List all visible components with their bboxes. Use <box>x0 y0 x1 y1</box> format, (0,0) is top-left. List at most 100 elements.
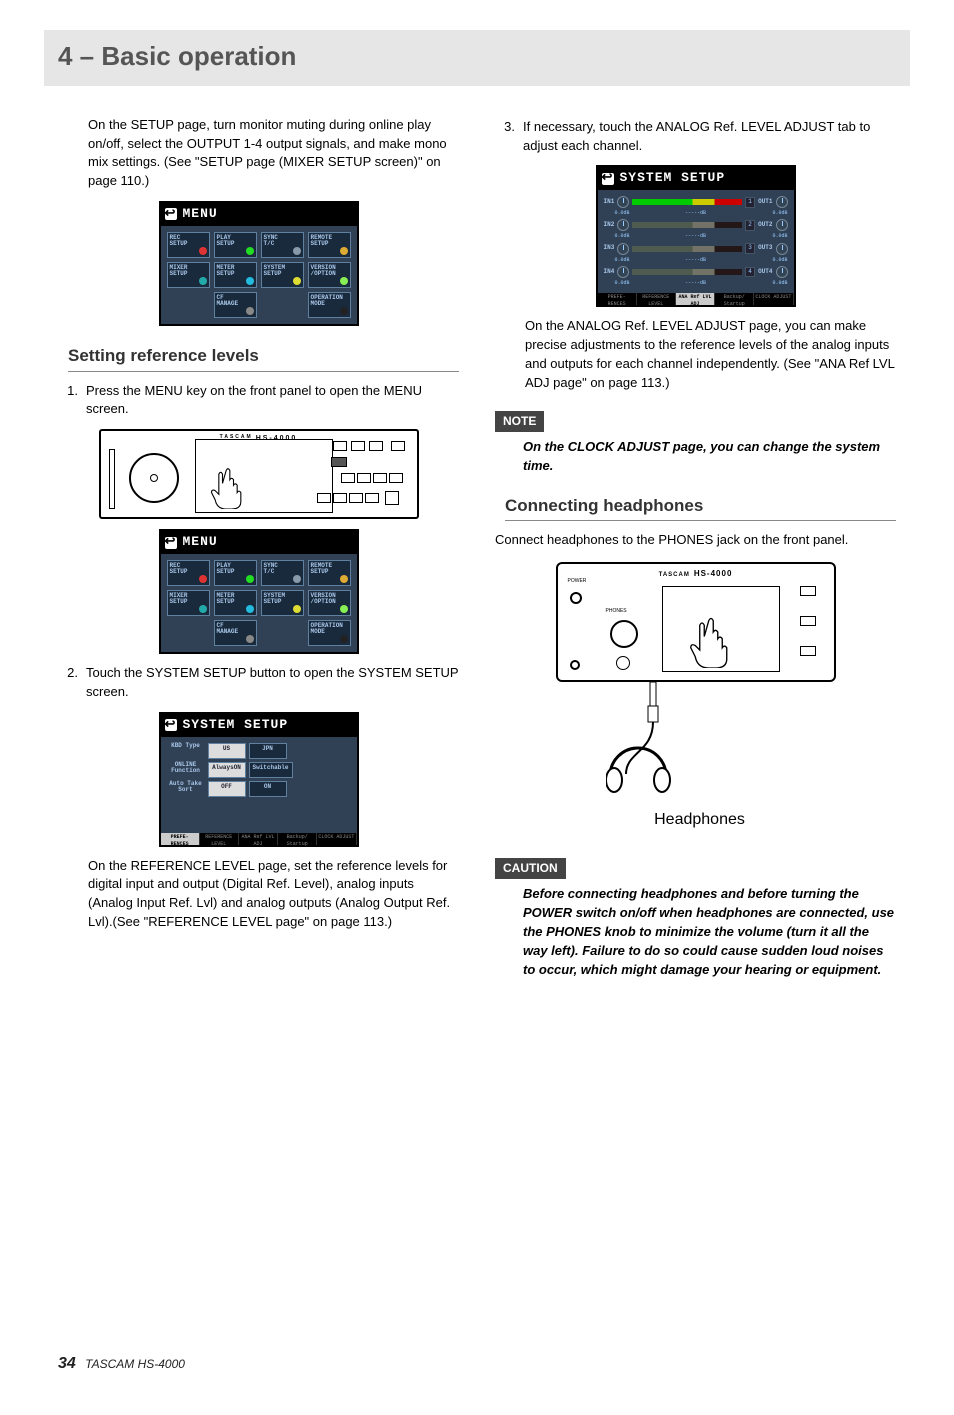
step-2-body: Touch the SYSTEM SETUP button to open th… <box>86 664 459 702</box>
out-knob[interactable] <box>776 243 788 255</box>
sys-tab[interactable]: PREFE- RENCES <box>161 833 200 845</box>
menu-button[interactable]: METER SETUP <box>214 590 257 616</box>
panel-btn <box>333 441 347 451</box>
ana-tab[interactable]: PREFE- RENCES <box>598 293 637 305</box>
channel-index: 3 <box>745 243 755 254</box>
menu-button[interactable]: OPERATION MODE <box>308 620 351 646</box>
ana-channel-row: IN44OUT4 <box>604 266 788 278</box>
conn-para: Connect headphones to the PHONES jack on… <box>495 531 896 550</box>
page-number: 34 <box>58 1355 76 1372</box>
back-icon: ↩ <box>165 208 177 220</box>
note-tag: NOTE <box>495 411 544 432</box>
menu-button[interactable]: REC SETUP <box>167 560 210 586</box>
footer-tail: TASCAM HS-4000 <box>85 1357 185 1371</box>
level-meter <box>632 246 742 252</box>
sys-tab[interactable]: ANA Ref LVL ADJ <box>239 833 278 845</box>
menu-button[interactable]: PLAY SETUP <box>214 560 257 586</box>
fig-menu-1: ↩ MENU REC SETUPPLAY SETUPSYNC T/CREMOTE… <box>58 201 459 326</box>
channel-index: 2 <box>745 220 755 231</box>
caution-tag: CAUTION <box>495 858 566 879</box>
hand-icon <box>209 465 247 509</box>
note-body: On the CLOCK ADJUST page, you can change… <box>523 438 896 476</box>
chapter-banner: 4 – Basic operation <box>44 30 910 86</box>
lcd-system-setup: ↩SYSTEM SETUP KBD TypeUSJPNONLINE Functi… <box>159 712 359 847</box>
sys-option-button[interactable]: Switchable <box>249 762 293 778</box>
menu-button[interactable]: MIXER SETUP <box>167 262 210 288</box>
hp-btn <box>800 646 816 656</box>
power-led <box>570 592 582 604</box>
step-1: 1. Press the MENU key on the front panel… <box>58 382 459 420</box>
page-footer: 34 TASCAM HS-4000 <box>58 1352 459 1375</box>
jog-left <box>129 453 179 503</box>
in-knob[interactable] <box>617 196 629 208</box>
phones-knob <box>610 620 638 648</box>
sys-tab[interactable]: Backup/ Startup <box>278 833 317 845</box>
step-3-num: 3. <box>495 118 523 156</box>
out-knob[interactable] <box>776 196 788 208</box>
sys-row-label: KBD Type <box>167 743 205 759</box>
menu-button[interactable]: METER SETUP <box>214 262 257 288</box>
menu-button[interactable]: VERSION /OPTION <box>308 262 351 288</box>
lcd-title-bar: ↩ MENU <box>161 203 357 226</box>
menu-button[interactable]: PLAY SETUP <box>214 232 257 258</box>
out-label: OUT2 <box>758 221 772 230</box>
lcd-title: MENU <box>183 205 218 224</box>
left-column: On the SETUP page, turn monitor muting d… <box>58 112 459 1375</box>
phones-jack <box>616 656 630 670</box>
fig-system-setup: ↩SYSTEM SETUP KBD TypeUSJPNONLINE Functi… <box>58 712 459 847</box>
back-icon: ↩ <box>602 173 614 185</box>
hp-label: Headphones <box>654 811 745 828</box>
out-knob[interactable] <box>776 266 788 278</box>
channel-index: 1 <box>745 197 755 208</box>
menu-button[interactable]: CF MANAGE <box>214 292 257 318</box>
in-knob[interactable] <box>617 266 629 278</box>
menu-button[interactable]: SYSTEM SETUP <box>261 262 304 288</box>
out-label: OUT4 <box>758 268 772 277</box>
in-label: IN1 <box>604 198 615 207</box>
menu-button[interactable]: SYSTEM SETUP <box>261 590 304 616</box>
in-label: IN3 <box>604 244 615 253</box>
sys-option-button[interactable]: OFF <box>208 781 246 797</box>
meter-db: -----dB <box>633 257 759 264</box>
menu-button[interactable]: MIXER SETUP <box>167 590 210 616</box>
step-3: 3. If necessary, touch the ANALOG Ref. L… <box>495 118 896 156</box>
in-db: 0.0dB <box>604 280 630 287</box>
in-knob[interactable] <box>617 219 629 231</box>
ana-channel-row: IN22OUT2 <box>604 219 788 231</box>
ana-channel-row: IN1 1OUT1 <box>604 196 788 208</box>
hp-front-panel: TASCAMHS-4000 POWER PHONES <box>556 562 836 682</box>
level-meter <box>632 269 742 275</box>
chapter-title: 4 – Basic operation <box>58 38 896 76</box>
ana-tab[interactable]: ANA Ref LVL ADJ <box>676 293 715 305</box>
sys-option-button[interactable]: JPN <box>249 743 287 759</box>
sys-option-button[interactable]: AlwaysON <box>208 762 246 778</box>
sys-option-button[interactable]: US <box>208 743 246 759</box>
menu-button[interactable]: SYNC T/C <box>261 232 304 258</box>
in-knob[interactable] <box>617 243 629 255</box>
menu-button[interactable]: REC SETUP <box>167 232 210 258</box>
level-meter <box>632 222 742 228</box>
level-meter <box>632 199 742 205</box>
menu-button[interactable]: REMOTE SETUP <box>308 560 351 586</box>
front-panel: TASCAMHS-4000 <box>99 429 419 519</box>
sys-tab[interactable]: CLOCK ADJUST <box>317 833 356 845</box>
out-db: 0.0dB <box>762 280 788 287</box>
ana-para: On the ANALOG Ref. LEVEL ADJUST page, yo… <box>525 317 896 392</box>
fig-headphones: TASCAMHS-4000 POWER PHONES <box>556 562 836 848</box>
menu-button[interactable]: OPERATION MODE <box>308 292 351 318</box>
panel-btn <box>391 441 405 451</box>
ana-tab[interactable]: CLOCK ADJUST <box>754 293 793 305</box>
meter-db: -----dB <box>633 233 759 240</box>
sys-tab[interactable]: REFERENCE LEVEL <box>200 833 239 845</box>
menu-button[interactable]: SYNC T/C <box>261 560 304 586</box>
menu-button[interactable]: CF MANAGE <box>214 620 257 646</box>
out-db: 0.0dB <box>762 233 788 240</box>
menu-button[interactable]: VERSION /OPTION <box>308 590 351 616</box>
sys-option-button[interactable]: ON <box>249 781 287 797</box>
ana-tab[interactable]: REFERENCE LEVEL <box>637 293 676 305</box>
hp-btn <box>800 586 816 596</box>
menu-button[interactable]: REMOTE SETUP <box>308 232 351 258</box>
out-label: OUT1 <box>758 198 772 207</box>
out-knob[interactable] <box>776 219 788 231</box>
ana-tab[interactable]: Backup/ Startup <box>715 293 754 305</box>
